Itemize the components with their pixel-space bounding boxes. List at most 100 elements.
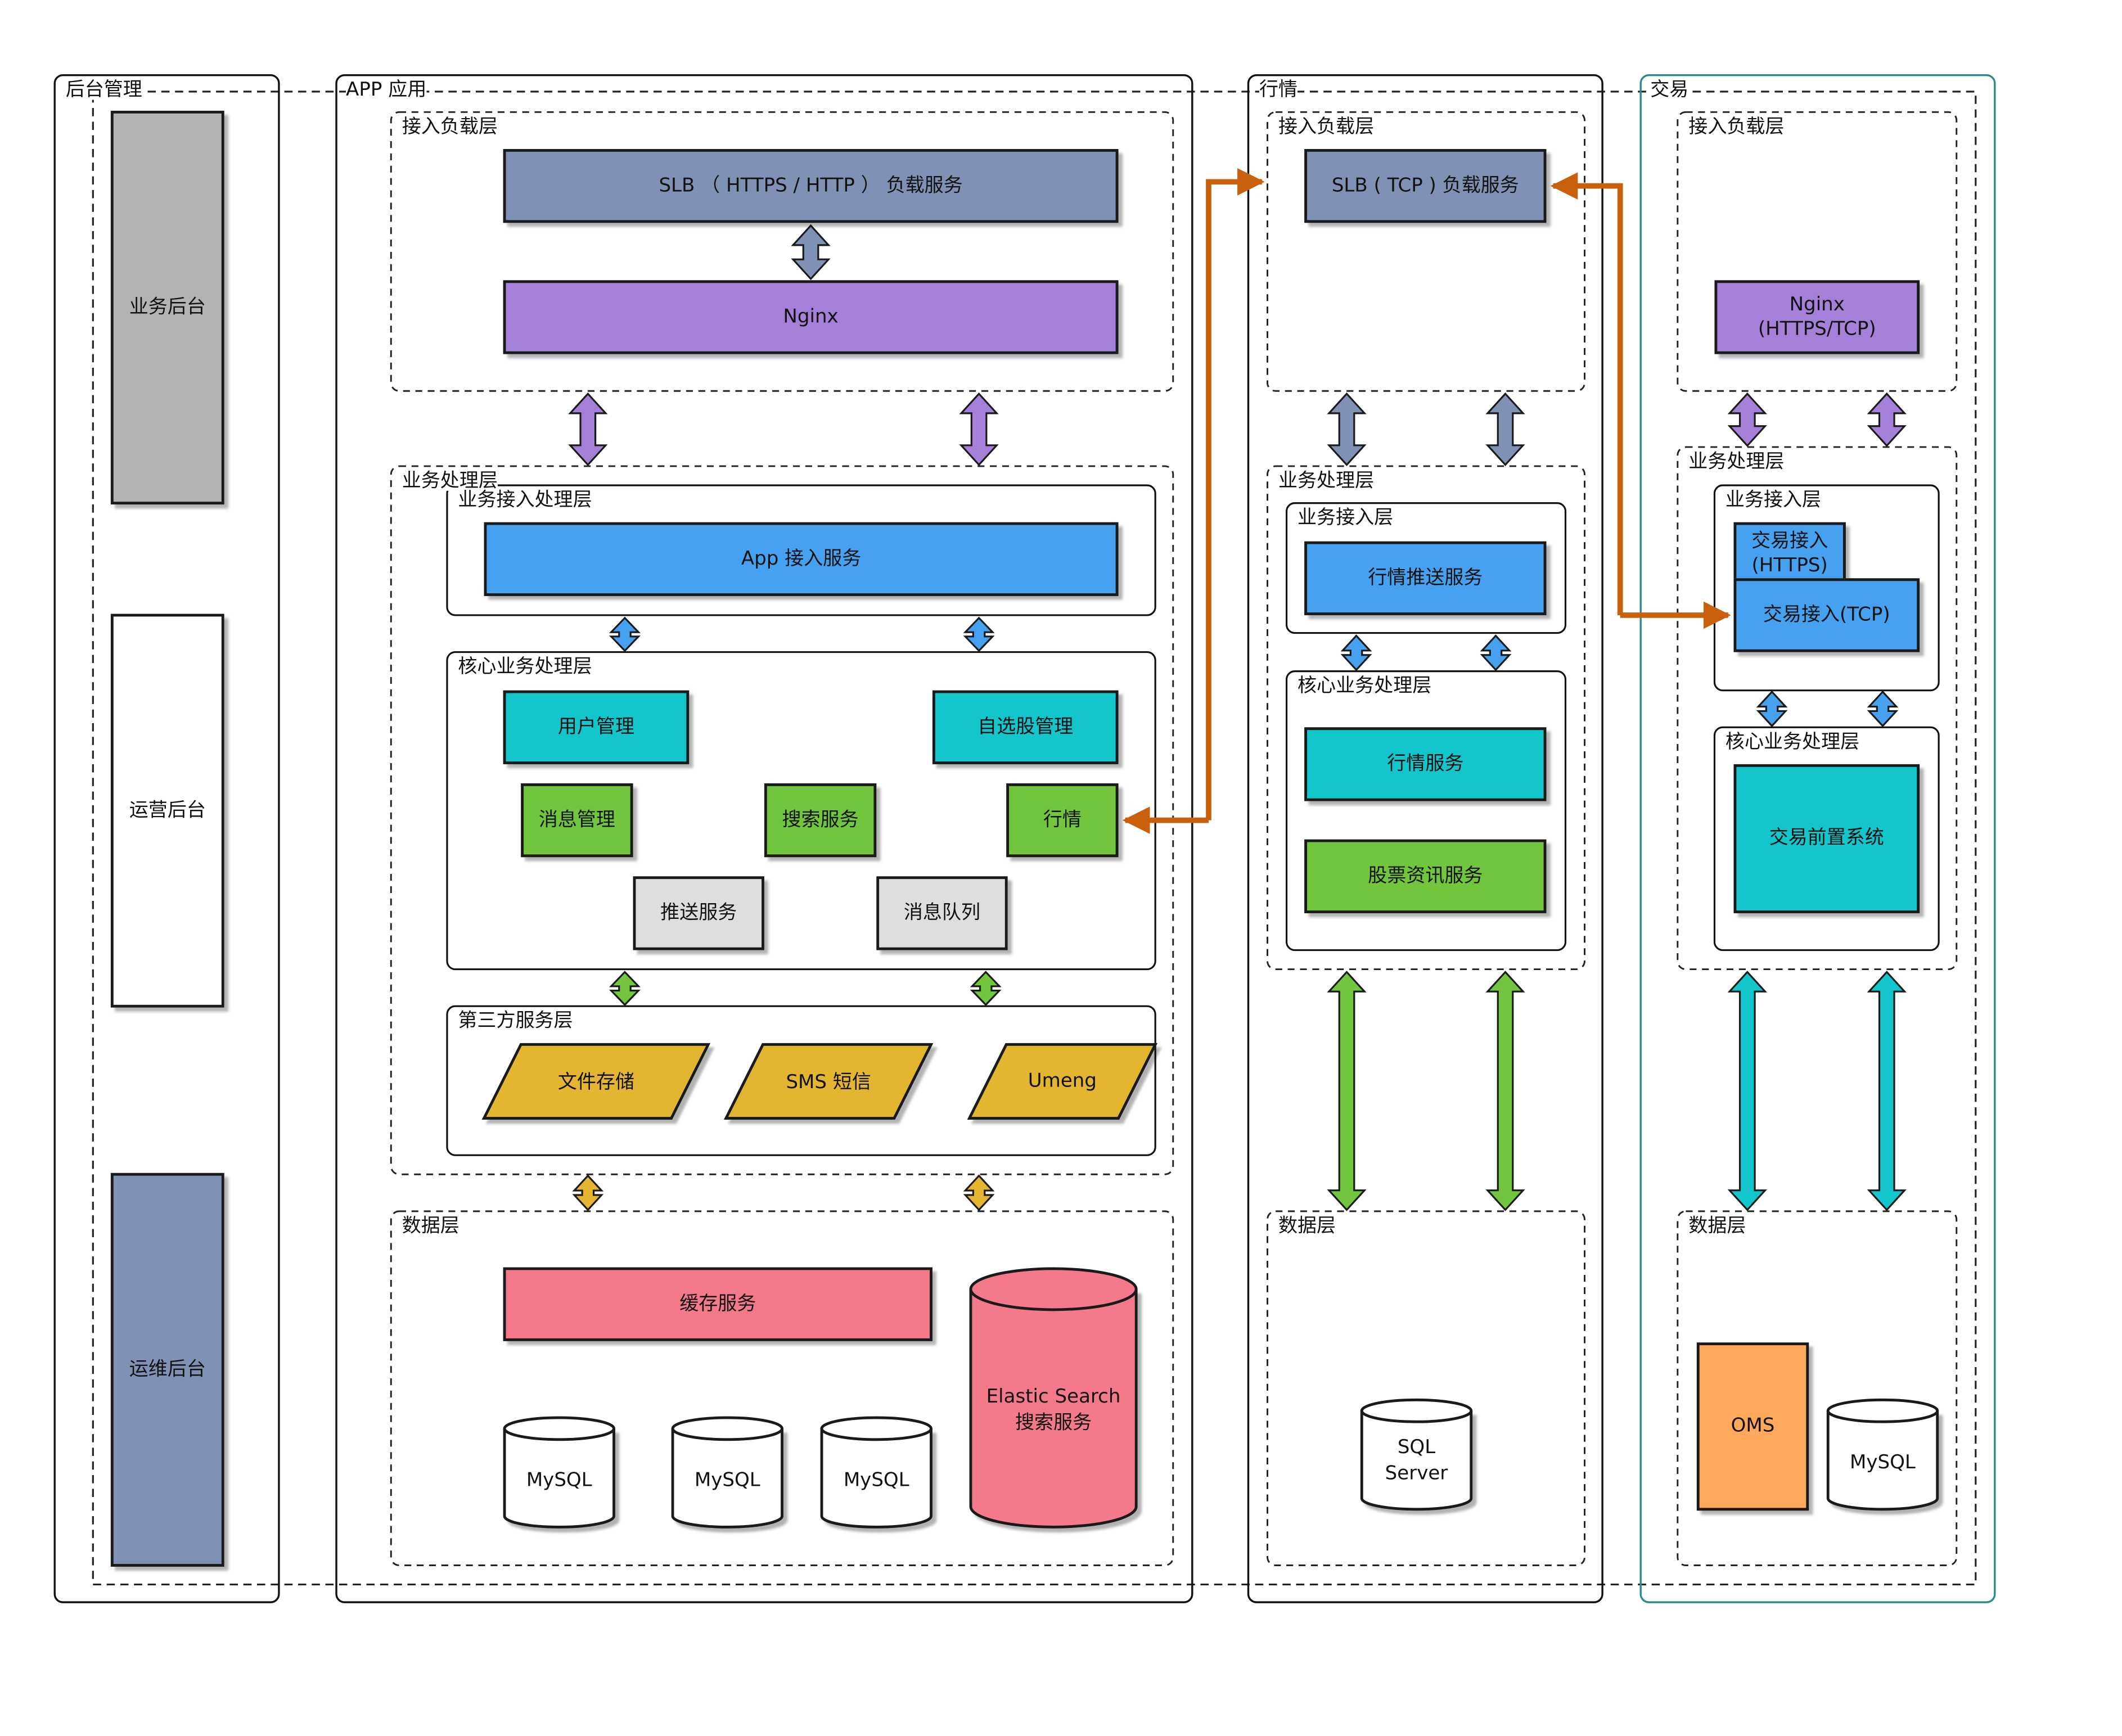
market-biz-access-layer-label: 业务接入层 [1297,507,1394,529]
file-storage-shape: 文件存储 [481,1043,711,1120]
market-biz-data-arrow-right [1485,971,1525,1211]
mysql-db-3-label: MySQL [843,1469,909,1492]
umeng-shape: Umeng [967,1043,1158,1120]
sql-server-db: SQL Server [1360,1398,1473,1511]
elastic-search-line2: 搜索服务 [1015,1412,1092,1435]
search-service-label: 搜索服务 [782,809,859,831]
market-push-box: 行情推送服务 [1304,541,1547,615]
trade-access-biz-arrow-right [1867,392,1907,447]
trade-nginx-line2: (HTTPS/TCP) [1758,318,1876,341]
trade-https-line2: (HTTPS) [1751,555,1828,578]
operations-backend-box: 运营后台 [110,614,224,1008]
app-biz-layer-label: 业务处理层 [402,470,498,493]
mysql-db-1-label: MySQL [526,1469,592,1492]
trade-biz-layer-label: 业务处理层 [1688,451,1785,474]
trade-data-layer-label: 数据层 [1688,1215,1746,1238]
trade-core-layer-label: 核心业务处理层 [1725,731,1860,754]
stock-info-label: 股票资讯服务 [1368,865,1483,887]
umeng-label: Umeng [1028,1070,1097,1093]
app-biz-core-arrow-right [963,616,995,652]
slb-http-box: SLB （ HTTPS / HTTP ） 负载服务 [503,148,1119,223]
user-mgmt-box: 用户管理 [503,690,690,764]
market-push-label: 行情推送服务 [1368,567,1483,589]
sms-label: SMS 短信 [786,1071,871,1094]
trade-nginx-line1: Nginx [1789,294,1845,316]
watchlist-mgmt-label: 自选股管理 [977,716,1074,738]
trade-mysql-db: MySQL [1826,1398,1939,1511]
trade-nginx-box: Nginx (HTTPS/TCP) [1714,280,1920,354]
oms-label: OMS [1731,1415,1775,1437]
msg-mgmt-box: 消息管理 [521,783,633,858]
market-biz-core-arrow-left [1340,634,1372,671]
trade-tcp-access-box: 交易接入(TCP) [1733,578,1920,652]
slb-tcp-box: SLB ( TCP ) 负载服务 [1304,148,1547,223]
mysql-db-2: MySQL [671,1416,783,1528]
elastic-search-line1: Elastic Search [986,1386,1121,1408]
msg-queue-box: 消息队列 [876,876,1008,950]
slb-http-label: SLB （ HTTPS / HTTP ） 负载服务 [659,174,963,197]
trade-title: 交易 [1650,79,1689,101]
trade-biz-core-arrow-left [1756,690,1788,728]
user-mgmt-label: 用户管理 [557,716,634,738]
business-backend-box: 业务后台 [110,110,224,505]
app-core-third-arrow-left [609,971,641,1007]
arrow-market-to-slb [1206,168,1265,820]
trade-biz-data-arrow-left [1727,971,1767,1211]
search-service-box: 搜索服务 [764,783,877,858]
push-service-box: 推送服务 [633,876,764,950]
app-nginx-label: Nginx [783,306,839,328]
oms-box: OMS [1696,1342,1809,1511]
app-data-layer-label: 数据层 [402,1215,459,1238]
market-biz-core-arrow-right [1480,634,1512,671]
app-biz-access-layer-label: 业务接入处理层 [458,489,592,512]
slb-tcp-label: SLB ( TCP ) 负载服务 [1331,174,1519,197]
sql-server-line2: Server [1385,1463,1448,1485]
market-access-layer-label: 接入负载层 [1278,116,1375,138]
mysql-db-2-label: MySQL [694,1469,760,1492]
trade-front-system-label: 交易前置系统 [1769,827,1884,850]
trade-biz-core-arrow-right [1867,690,1899,728]
app-biz-core-arrow-left [609,616,641,652]
market-biz-data-arrow-left [1327,971,1367,1211]
market-title: 行情 [1259,79,1298,101]
slb-nginx-arrow [791,224,831,281]
trade-tcp-label: 交易接入(TCP) [1763,604,1890,626]
market-section-frame [1247,74,1603,1603]
mysql-db-1: MySQL [503,1416,615,1528]
trade-biz-data-arrow-right [1867,971,1907,1211]
stock-info-box: 股票资讯服务 [1304,839,1547,913]
market-biz-layer-label: 业务处理层 [1278,470,1375,493]
market-data-layer-label: 数据层 [1278,1215,1336,1238]
elastic-search-db: Elastic Search 搜索服务 [969,1267,1138,1528]
market-core-layer-label: 核心业务处理层 [1297,675,1432,697]
trade-https-line1: 交易接入 [1751,530,1828,553]
maintenance-backend-box: 运维后台 [110,1173,224,1567]
push-service-label: 推送服务 [660,902,737,925]
market-data-layer-frame [1267,1210,1585,1566]
admin-title: 后台管理 [65,79,142,101]
app-title: APP 应用 [346,79,427,101]
market-box: 行情 [1006,783,1119,858]
file-storage-label: 文件存储 [557,1071,634,1094]
architecture-diagram: 后台管理 APP 应用 行情 交易 业务后台 运营后台 运维后台 接入负载层 业… [0,0,2122,1736]
trade-access-biz-arrow-left [1727,392,1767,447]
cache-service-label: 缓存服务 [679,1293,756,1315]
app-access-biz-arrow-left [568,392,608,466]
app-nginx-box: Nginx [503,280,1119,354]
market-access-biz-arrow-right [1485,392,1525,466]
cache-service-box: 缓存服务 [503,1267,932,1341]
arrow-trade-to-slb [1550,172,1623,615]
app-access-service-box: App 接入服务 [484,522,1119,596]
trade-access-layer-label: 接入负载层 [1688,116,1785,138]
trade-front-system-box: 交易前置系统 [1733,764,1920,913]
trade-mysql-label: MySQL [1850,1451,1916,1474]
msg-queue-label: 消息队列 [903,902,981,925]
app-biz-data-arrow-right [963,1174,995,1211]
market-access-biz-arrow-left [1327,392,1367,466]
business-backend-label: 业务后台 [129,296,206,319]
app-access-layer-label: 接入负载层 [402,116,498,138]
mysql-db-3: MySQL [820,1416,932,1528]
sql-server-line1: SQL [1397,1436,1436,1459]
market-service-box: 行情服务 [1304,727,1547,801]
market-service-label: 行情服务 [1387,753,1464,775]
